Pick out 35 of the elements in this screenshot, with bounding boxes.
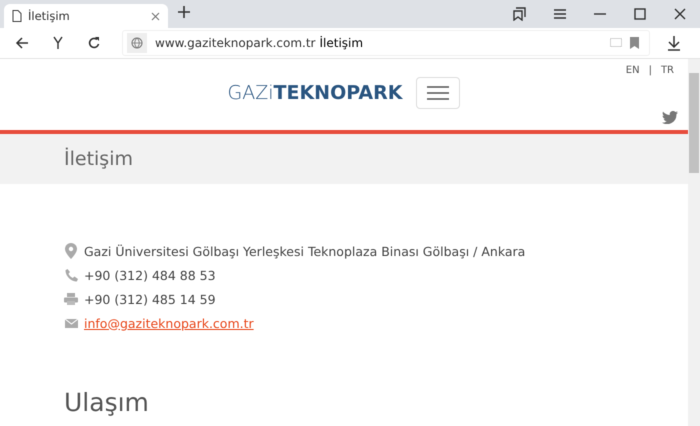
printer-icon	[64, 293, 78, 305]
y-logo-icon[interactable]	[51, 36, 65, 50]
page-icon	[12, 10, 22, 22]
reload-icon[interactable]	[87, 36, 101, 50]
globe-icon	[131, 37, 143, 49]
tabs-icon[interactable]	[513, 7, 527, 21]
browser-tab[interactable]: İletişim	[4, 4, 168, 28]
address-bar[interactable]: www.gaziteknopark.com.tr İletişim	[122, 30, 650, 56]
page-title: İletişim	[320, 36, 364, 50]
separator: |	[648, 65, 652, 76]
address-text: Gazi Üniversitesi Gölbaşı Yerleşkesi Teknoplaza Binası Gölbaşı / Ankara	[84, 244, 526, 258]
menu-icon[interactable]	[553, 7, 567, 21]
back-icon[interactable]	[15, 36, 29, 50]
page-heading: İletişim	[64, 148, 133, 170]
envelope-icon	[64, 318, 78, 328]
menu-button[interactable]	[416, 77, 460, 109]
language-link[interactable]: TR	[660, 65, 674, 76]
language-link[interactable]: EN	[626, 65, 640, 76]
site-logo[interactable]: GAZiTEKNOPARK	[228, 82, 402, 104]
maximize-icon[interactable]	[633, 7, 647, 21]
url-text: www.gaziteknopark.com.tr	[155, 36, 316, 50]
map-pin-icon	[65, 243, 77, 259]
scrollbar[interactable]	[688, 59, 700, 426]
phone-number: +90 (312) 485 14 59	[84, 292, 216, 306]
menu-icon	[427, 86, 450, 100]
phone-icon	[64, 268, 78, 282]
new-tab-icon[interactable]	[178, 6, 190, 18]
bird-icon[interactable]	[662, 111, 678, 124]
email-link[interactable]: info@gaziteknopark.com.tr	[84, 316, 254, 330]
section-heading: Ulaşım	[64, 388, 150, 417]
download-icon[interactable]	[667, 36, 681, 50]
close-icon[interactable]	[673, 7, 687, 21]
phone-number: +90 (312) 484 88 53	[84, 268, 216, 282]
close-icon[interactable]	[151, 12, 160, 20]
bookmark-icon[interactable]	[630, 37, 639, 49]
